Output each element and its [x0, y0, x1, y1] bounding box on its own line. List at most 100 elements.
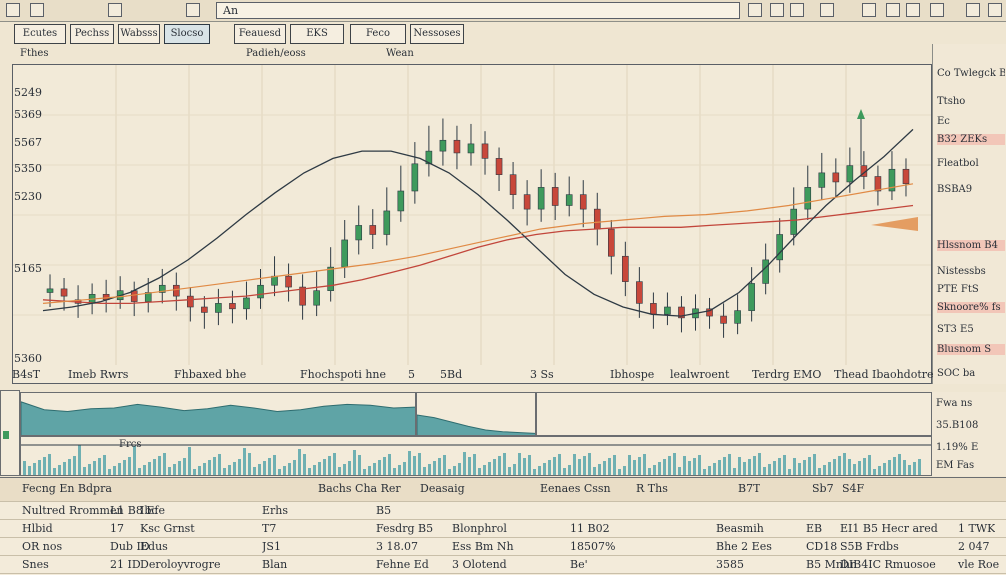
x-tick-label: lealwroent	[670, 368, 730, 381]
volume-bar	[808, 457, 811, 475]
right-panel-item[interactable]: ST3 E5	[937, 324, 1005, 335]
candle-body	[271, 275, 278, 286]
volume-bar	[568, 465, 571, 475]
right-panel-item[interactable]: B32 ZEKs	[937, 134, 1005, 145]
candle-body	[439, 139, 447, 152]
table-cell: OR nos	[22, 540, 63, 553]
table-cell: EB	[806, 522, 823, 535]
volume-bar	[313, 465, 316, 475]
tab-slocso[interactable]: Slocso	[164, 24, 210, 44]
candle-body	[902, 168, 910, 185]
grid-icon[interactable]	[30, 3, 44, 17]
volume-bar	[708, 466, 711, 475]
bars-icon[interactable]	[108, 3, 122, 17]
candle-body	[130, 290, 138, 302]
table-row[interactable]: Nultred Rrommen L1 B8 Efe Ibc Erhs B5	[0, 502, 1006, 520]
volume-bar	[678, 467, 681, 475]
table-cell: CD18	[806, 540, 838, 553]
volume-bar	[493, 459, 496, 475]
right-panel-item[interactable]: PTE FtS	[937, 284, 1005, 295]
right-panel-item[interactable]: Blusnom S	[937, 344, 1005, 355]
table-cell: Blonphrol	[452, 522, 507, 535]
volume-bar	[98, 458, 101, 475]
table-header-cell[interactable]: R Ths	[636, 482, 668, 495]
table-header-cell[interactable]: Bachs Cha Rer	[318, 482, 401, 495]
volume-bar	[858, 461, 861, 475]
right-panel-item[interactable]: Sknoore% fs	[937, 302, 1005, 313]
settings-icon[interactable]	[748, 3, 762, 17]
table-header-cell[interactable]: B7T	[738, 482, 760, 495]
table-header-cell[interactable]: Deasaig	[420, 482, 465, 495]
fullscreen-icon[interactable]	[886, 3, 900, 17]
volume-bar	[573, 454, 576, 475]
volume-bar	[463, 452, 466, 475]
candle-body	[664, 306, 671, 315]
table-row[interactable]: Snes 21 ID Deroloyvrogre Blan Fehne Ed 3 Olot…	[0, 556, 1006, 574]
volume-bar	[898, 454, 901, 475]
right-panel-item[interactable]: Hlssnom B4	[937, 240, 1005, 251]
table-cell: Be'	[570, 558, 588, 571]
orange-pointer	[871, 217, 918, 231]
table-row[interactable]: OR nos Dub ID Edus JS1 3 18.07 Ess Bm Nh 18507…	[0, 538, 1006, 556]
grid2-icon[interactable]	[966, 3, 980, 17]
table-header-row: Fecng En Bdpra Bachs Cha Rer Deasaig Eenaes…	[0, 478, 1006, 502]
volume-bar	[558, 454, 561, 475]
right-panel-item[interactable]: BSBA9	[937, 184, 1005, 195]
save-icon[interactable]	[820, 3, 834, 17]
candle-body	[523, 194, 531, 210]
table-cell: 3585	[716, 558, 744, 571]
volume-bar	[758, 453, 761, 475]
right-panel-item[interactable]: Ttsho	[937, 96, 1005, 107]
volume-bar	[383, 457, 386, 475]
maximize-icon[interactable]	[930, 3, 944, 17]
right-info-panel: Co Twlegck Bezhr Ttsho Ec B32 ZEKs Fleatbol B…	[932, 44, 1006, 384]
volume-bar	[138, 468, 141, 475]
right-panel-item[interactable]: SOC ba	[937, 368, 1005, 379]
volume-bar	[453, 466, 456, 475]
address-field[interactable]: An	[216, 2, 740, 19]
candle-body	[187, 295, 194, 308]
candle-body	[790, 208, 798, 235]
tab-nessoses[interactable]: Nessoses	[410, 24, 464, 44]
tab-feauesd[interactable]: Feauesd	[234, 24, 286, 44]
table-header-cell[interactable]: Eenaes Cssn	[540, 482, 611, 495]
volume-bar	[503, 453, 506, 475]
zoom-icon[interactable]	[790, 3, 804, 17]
table-header-cell[interactable]: Sb7	[812, 482, 834, 495]
right-panel-item[interactable]: Fleatbol	[937, 158, 1005, 169]
table-cell: Edus	[140, 540, 168, 553]
right-panel-item[interactable]: Co Twlegck Bezhr	[937, 68, 1005, 79]
tab-wabsss[interactable]: Wabsss	[118, 24, 160, 44]
minimize-icon[interactable]	[906, 3, 920, 17]
table-header-cell[interactable]: Fecng En Bdpra	[22, 482, 112, 495]
candle-body	[720, 315, 727, 324]
close-icon[interactable]	[988, 3, 1002, 17]
square-icon[interactable]	[6, 3, 20, 17]
right-panel-item[interactable]: Ec	[937, 116, 1005, 127]
lower-right-panel: Fwa ns 35.B108 1.19% E EM Fas	[932, 392, 1006, 476]
tab-pechss[interactable]: Pechss	[70, 24, 114, 44]
tab-eks[interactable]: EKS	[290, 24, 344, 44]
table-cell: Fehne Ed	[376, 558, 429, 571]
area-indicator-mid-svg	[417, 414, 535, 435]
volume-bar	[113, 466, 116, 475]
table-cell: 1 TWK	[958, 522, 996, 535]
table-header-cell[interactable]: S4F	[842, 482, 864, 495]
chart-icon[interactable]	[770, 3, 784, 17]
print-icon[interactable]	[862, 3, 876, 17]
volume-bar	[488, 462, 491, 475]
area-fill-left	[21, 401, 415, 435]
volume-bar	[658, 462, 661, 475]
price-chart[interactable]	[12, 64, 932, 384]
table-cell: JS1	[262, 540, 281, 553]
tab-feco[interactable]: Feco	[350, 24, 406, 44]
volume-bar	[298, 449, 301, 475]
volume-bar	[623, 466, 626, 475]
candle-body	[495, 158, 503, 175]
window-icon[interactable]	[186, 3, 200, 17]
right-panel-item[interactable]: Nistessbs	[937, 266, 1005, 277]
tab-ecutes[interactable]: Ecutes	[14, 24, 66, 44]
table-row[interactable]: Hlbid 17 Ksc Grnst T7 Fesdrg B5 Blonphrol 11 B…	[0, 520, 1006, 538]
table-cell: B5	[376, 504, 392, 517]
candle-body	[762, 259, 769, 284]
